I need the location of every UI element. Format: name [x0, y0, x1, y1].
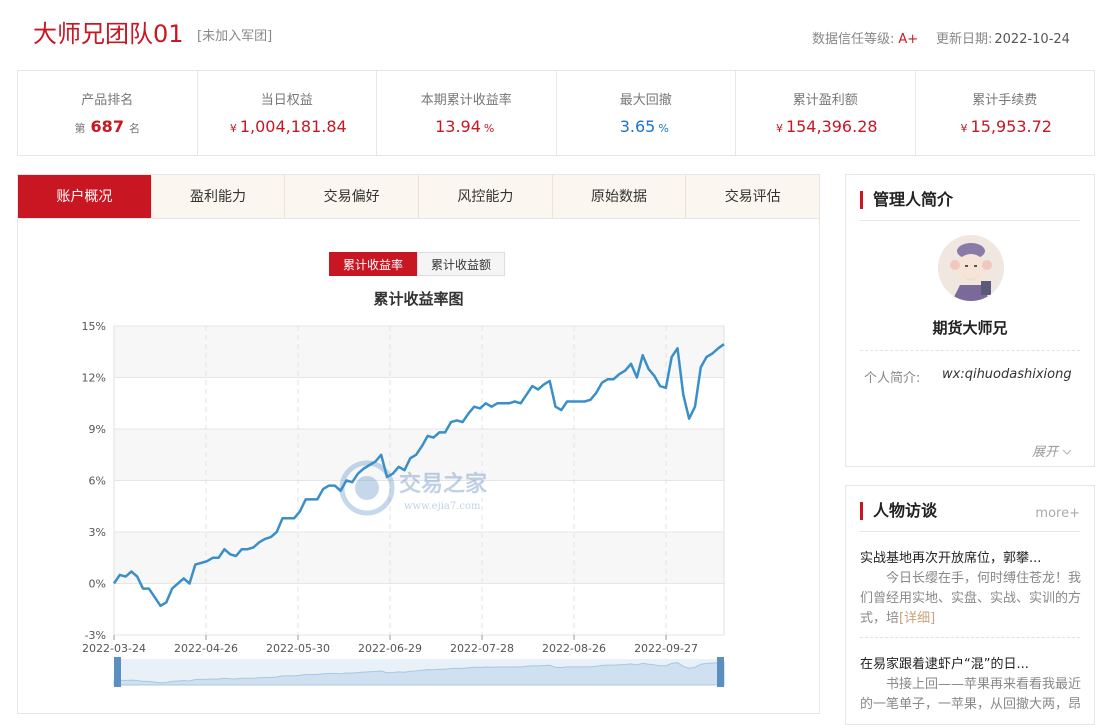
slider-handle-right[interactable] — [717, 657, 724, 687]
rank-prefix: 第 — [74, 122, 86, 135]
stat-equity: 当日权益 ¥1,004,181.84 — [198, 71, 377, 155]
fees-value: 15,953.72 — [970, 117, 1052, 136]
profit-value: 154,396.28 — [785, 117, 878, 136]
y-axis: 15% 12% 9% 6% 3% 0% -3% — [82, 320, 106, 642]
divider — [860, 350, 1080, 351]
y-tick-label: 9% — [89, 423, 106, 436]
interview-summary: 书接上回——苹果再来看看我最近的一笔单子，一苹果，从回撤大两，昂 — [860, 677, 1082, 712]
x-tick-label: 2022-08-26 — [542, 642, 606, 655]
stat-label: 最大回撤 — [619, 93, 672, 108]
stat-label: 本期累计收益率 — [420, 93, 512, 108]
team-tag: [未加入军团] — [197, 29, 273, 44]
interviews-card: 人物访谈 more+ 实战基地再次开放席位，郭攀... 今日长缨在手，何时缚住苍… — [845, 485, 1095, 725]
interviews-section-title: 人物访谈 — [860, 502, 937, 520]
bio-text: wx:qihuodashixiong — [942, 367, 1072, 382]
range-slider — [113, 657, 725, 687]
currency-symbol: ¥ — [960, 122, 968, 135]
y-tick-label: 12% — [82, 372, 106, 385]
stats-bar: 产品排名 第 687 名 当日权益 ¥1,004,181.84 本期累计收益率 13… — [17, 70, 1095, 156]
credit-grade: A+ — [898, 32, 919, 47]
update-date: 2022-10-24 — [994, 32, 1070, 47]
avatar — [938, 235, 1004, 301]
stat-label: 累计手续费 — [972, 93, 1038, 108]
stat-value: 13.94% — [377, 117, 556, 136]
expand-label: 展开 — [1032, 445, 1059, 460]
y-tick-label: 6% — [89, 475, 106, 488]
interview-summary: 今日长缨在手，何时缚住苍龙！我们曾经用实地、实盘、实战、实训的方式，培[详细] — [860, 569, 1082, 629]
more-link[interactable]: more+ — [1035, 506, 1080, 521]
x-tick-label: 2022-04-26 — [174, 642, 238, 655]
plot-band — [114, 377, 724, 429]
stat-return: 本期累计收益率 13.94% — [377, 71, 557, 155]
y-tick-label: 15% — [82, 320, 106, 333]
stat-label: 累计盈利额 — [792, 93, 858, 108]
expand-button[interactable]: 展开 — [1032, 441, 1072, 460]
rank-number: 687 — [90, 117, 124, 136]
stat-drawdown: 最大回撤 3.65% — [557, 71, 736, 155]
y-tick-label: -3% — [85, 629, 106, 642]
x-axis: 2022-03-24 2022-04-26 2022-05-30 2022-06-29… — [82, 635, 698, 655]
credit-rating: 数据信任等级: A+ — [812, 28, 918, 47]
x-tick-label: 2022-03-24 — [82, 642, 146, 655]
drawdown-value: 3.65 — [619, 117, 656, 136]
header: 大师兄团队01 [未加入军团] 数据信任等级: A+ 更新日期: 2022-10-2… — [0, 0, 1117, 70]
x-tick-label: 2022-09-27 — [634, 642, 698, 655]
main-panel: 账户概况 盈利能力 交易偏好 风控能力 原始数据 交易评估 累计收益率 累计收益… — [17, 174, 820, 714]
currency-symbol: ¥ — [229, 122, 237, 135]
stat-rank: 产品排名 第 687 名 — [18, 71, 198, 155]
watermark-logo-center — [355, 476, 379, 500]
x-tick-label: 2022-06-29 — [358, 642, 422, 655]
watermark-url: www.ejia7.com — [404, 501, 481, 512]
manager-section-title: 管理人简介 — [860, 191, 953, 209]
return-value: 13.94 — [435, 117, 481, 136]
chevron-down-icon — [1062, 449, 1072, 455]
plot-band — [114, 532, 724, 584]
y-tick-label: 3% — [89, 526, 106, 539]
percent-unit: % — [483, 122, 495, 135]
update-info: 更新日期: 2022-10-24 — [936, 28, 1070, 47]
divider — [860, 637, 1080, 638]
rank-suffix: 名 — [128, 122, 140, 135]
update-label: 更新日期: — [936, 32, 993, 47]
plot-band — [114, 583, 724, 635]
y-tick-label: 0% — [89, 578, 106, 591]
stat-value: 3.65% — [557, 117, 736, 136]
stat-value: ¥154,396.28 — [736, 117, 915, 136]
avatar-cartoon-icon — [938, 235, 1004, 301]
divider — [860, 531, 1080, 532]
stat-value: ¥15,953.72 — [916, 117, 1095, 136]
manager-name: 期货大师兄 — [932, 319, 1008, 337]
x-tick-label: 2022-05-30 — [266, 642, 330, 655]
interview-summary-text: 今日长缨在手，何时缚住苍龙！我们曾经用实地、实盘、实战、实训的方式，培 — [860, 571, 1082, 626]
interview-title[interactable]: 在易家跟着逮虾户“混”的日... — [860, 653, 1082, 672]
percent-unit: % — [658, 122, 669, 135]
bio-label: 个人简介: — [864, 371, 921, 386]
watermark-text: 交易之家 — [399, 471, 488, 497]
interview-title[interactable]: 实战基地再次开放席位，郭攀... — [860, 547, 1082, 566]
divider — [860, 220, 1080, 221]
stat-value: 第 687 名 — [18, 117, 197, 136]
stat-value: ¥1,004,181.84 — [198, 117, 377, 136]
stat-fees: 累计手续费 ¥15,953.72 — [916, 71, 1095, 155]
cumulative-return-chart: 交易之家 www.ejia7.com 15% 12% 9% 6% 3% 0% -3% 202… — [82, 320, 725, 687]
slider-handle-left[interactable] — [114, 657, 121, 687]
stat-label: 当日权益 — [260, 93, 313, 108]
stat-label: 产品排名 — [81, 93, 134, 108]
stat-profit: 累计盈利额 ¥154,396.28 — [736, 71, 916, 155]
x-tick-label: 2022-07-28 — [450, 642, 514, 655]
equity-value: 1,004,181.84 — [239, 117, 347, 136]
detail-link[interactable]: [详细] — [899, 611, 935, 626]
currency-symbol: ¥ — [775, 122, 783, 135]
credit-label: 数据信任等级: — [812, 32, 895, 47]
manager-card: 管理人简介 期货大师兄 个人简介: wx:qihuodashixiong 展开 — [845, 174, 1095, 467]
team-name: 大师兄团队01 — [33, 20, 184, 48]
